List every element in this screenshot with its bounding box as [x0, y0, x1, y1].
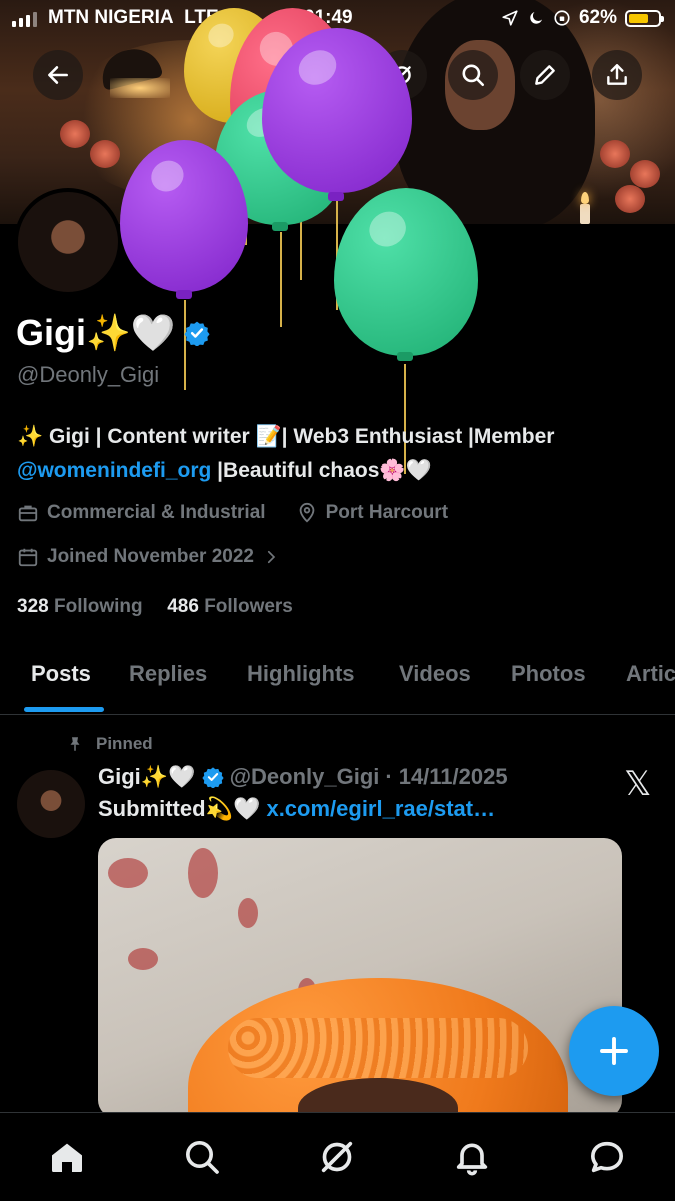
media-detail [128, 948, 158, 970]
balloon-knot [176, 290, 192, 299]
location-pin-icon [299, 502, 314, 523]
orientation-lock-icon [554, 10, 570, 26]
pencil-icon [535, 65, 555, 85]
verified-badge-icon[interactable] [184, 320, 210, 346]
bio-line-2-text: |Beautiful chaos🌸🤍 [211, 459, 432, 482]
status-right: 62% [501, 7, 664, 29]
search-icon [186, 1141, 219, 1174]
post-author-name[interactable]: Gigi✨🤍 [98, 764, 196, 790]
back-button[interactable] [33, 50, 83, 100]
banner-rose [615, 185, 645, 213]
profile-tabs: Posts Replies Highlights Videos Photos A… [0, 646, 675, 715]
compose-button[interactable] [569, 1006, 659, 1096]
followers-count: 486 [167, 596, 199, 617]
nav-search[interactable] [180, 1135, 224, 1179]
banner-candle-flame [581, 192, 589, 204]
banner-rose [60, 120, 90, 148]
profile-handle: @Deonly_Gigi [17, 362, 160, 387]
post-author-avatar[interactable] [17, 770, 85, 838]
tab-highlights[interactable]: Highlights [247, 661, 355, 687]
banner-rose [90, 140, 120, 168]
tab-articles[interactable]: Articles [626, 661, 675, 687]
arrow-left-icon [48, 66, 68, 84]
profile-joined: Joined November 2022 [47, 546, 254, 567]
banner-candle [580, 204, 590, 224]
post-body: Submitted💫🤍 [98, 796, 267, 821]
bio-mention-link[interactable]: @womenindefi_org [17, 459, 211, 482]
tab-photos[interactable]: Photos [511, 661, 586, 687]
media-detail [188, 848, 218, 898]
post-link[interactable]: x.com/egirl_rae/stat… [266, 796, 495, 821]
home-icon [52, 1143, 82, 1172]
following-label: Following [53, 596, 143, 617]
signal-icon [12, 12, 37, 27]
media-detail [238, 898, 258, 928]
balloon-knot [397, 352, 413, 361]
search-icon [462, 64, 485, 87]
verified-badge-icon [201, 767, 224, 788]
search-button[interactable] [448, 50, 498, 100]
balloon-knot [328, 192, 344, 201]
plus-icon [600, 1037, 628, 1065]
pin-icon [70, 737, 80, 751]
followers-link[interactable]: 486 Followers [167, 596, 293, 617]
banner-rose [600, 140, 630, 168]
post-author-handle[interactable]: @Deonly_Gigi [230, 764, 380, 790]
post-text: Submitted💫🤍 x.com/egirl_rae/stat… [98, 796, 495, 822]
edit-button[interactable] [520, 50, 570, 100]
profile-location: Port Harcourt [325, 502, 449, 523]
followers-label: Followers [204, 596, 293, 617]
grok-icon [321, 1141, 353, 1173]
briefcase-icon [18, 505, 38, 522]
nav-notifications[interactable] [450, 1135, 494, 1179]
active-tab-indicator [24, 707, 104, 712]
nav-messages[interactable] [585, 1135, 629, 1179]
profile-name: Gigi✨🤍 [16, 312, 210, 354]
nav-home[interactable] [45, 1135, 89, 1179]
pinned-label: Pinned [96, 734, 153, 753]
calendar-icon [18, 548, 38, 567]
bottom-nav [0, 1112, 675, 1201]
post-media-image[interactable] [98, 838, 622, 1118]
following-count: 328 [17, 596, 49, 617]
chat-bubble-icon [591, 1141, 623, 1173]
chevron-right-icon [267, 550, 276, 564]
pinned-indicator: Pinned [66, 734, 153, 754]
follow-stats: 328 Following 486 Followers [17, 596, 293, 618]
tab-posts[interactable]: Posts [31, 661, 91, 687]
share-button[interactable] [592, 50, 642, 100]
profile-joined-row[interactable]: Joined November 2022 [17, 546, 280, 568]
share-icon [607, 64, 627, 85]
profile-bio: ✨ Gigi | Content writer 📝| Web3 Enthusia… [17, 420, 657, 488]
battery-icon [625, 9, 664, 27]
bio-line-1: ✨ Gigi | Content writer 📝| Web3 Enthusia… [17, 425, 555, 448]
nav-grok[interactable] [315, 1135, 359, 1179]
tab-videos[interactable]: Videos [399, 661, 471, 687]
location-icon [502, 10, 518, 26]
following-link[interactable]: 328 Following [17, 596, 143, 617]
post-date[interactable]: 14/11/2025 [399, 764, 508, 790]
profile-avatar[interactable] [14, 188, 122, 296]
profile-category: Commercial & Industrial [47, 502, 266, 523]
battery-percent: 62% [578, 7, 617, 28]
balloon-knot [272, 222, 288, 231]
banner-lamp-light [110, 78, 170, 98]
banner-rose [630, 160, 660, 188]
balloon-string [280, 232, 282, 327]
bell-icon [456, 1143, 488, 1176]
x-logo-icon: 𝕏 [624, 764, 652, 804]
carrier-label: MTN NIGERIA LTE [48, 7, 219, 28]
post-separator: · [385, 764, 393, 789]
post-header: Gigi✨🤍 @Deonly_Gigi · 14/11/2025 [98, 764, 508, 790]
moon-icon [530, 12, 542, 24]
profile-meta-row: Commercial & Industrial Port Harcourt [17, 502, 448, 524]
tab-replies[interactable]: Replies [129, 661, 207, 687]
media-detail [108, 858, 148, 888]
bio-line-2: @womenindefi_org |Beautiful chaos🌸🤍 [17, 454, 657, 488]
profile-name-text: Gigi✨🤍 [16, 312, 176, 353]
